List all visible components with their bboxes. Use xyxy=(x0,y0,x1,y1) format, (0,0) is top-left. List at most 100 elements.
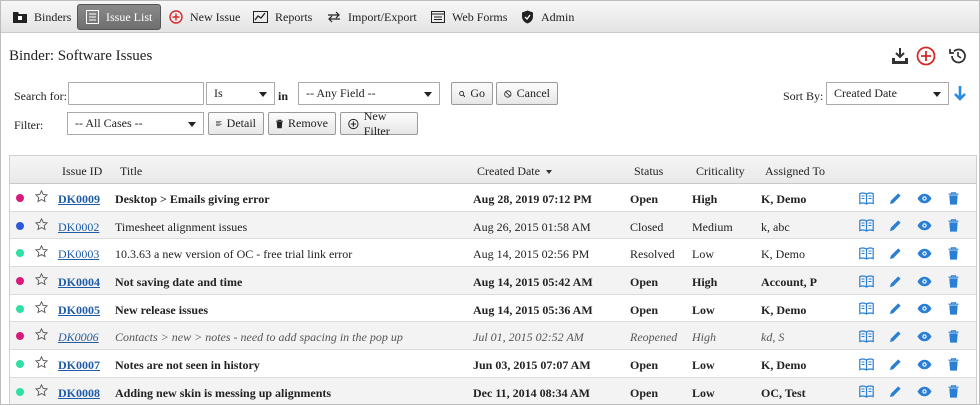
issue-id-link[interactable]: DK0006 xyxy=(58,330,99,344)
favorite-toggle[interactable] xyxy=(34,245,49,262)
col-header-created-date[interactable]: Created Date xyxy=(477,164,552,179)
delete-button[interactable] xyxy=(945,301,961,317)
issue-status: Open xyxy=(630,192,659,206)
edit-button[interactable] xyxy=(887,328,903,344)
favorite-toggle[interactable] xyxy=(34,217,49,235)
view-details-button[interactable] xyxy=(858,218,874,234)
view-button[interactable] xyxy=(916,356,932,372)
favorite-toggle[interactable] xyxy=(34,383,49,401)
nav-web-forms[interactable]: Web Forms xyxy=(423,4,515,30)
delete-button[interactable] xyxy=(945,384,961,400)
sort-direction-button[interactable] xyxy=(951,83,969,103)
table-row[interactable]: DK0007 Notes are not seen in history Jun 0… xyxy=(10,350,976,378)
nav-label: Admin xyxy=(541,9,575,24)
issue-id-link[interactable]: DK0003 xyxy=(58,247,99,261)
issue-assigned-to: K, Demo xyxy=(761,358,807,373)
view-details-button[interactable] xyxy=(858,328,874,344)
nav-issue-list[interactable]: Issue List xyxy=(77,4,162,30)
trash-icon xyxy=(948,330,958,343)
table-row[interactable]: DK0002 Timesheet alignment issues Aug 26, … xyxy=(10,211,976,240)
delete-button[interactable] xyxy=(945,245,961,261)
add-issue-button[interactable] xyxy=(915,45,937,67)
issue-status: Resolved xyxy=(630,247,675,262)
favorite-toggle[interactable] xyxy=(34,355,49,373)
select-value: Created Date xyxy=(834,86,897,100)
view-details-button[interactable] xyxy=(858,273,874,289)
history-icon xyxy=(949,48,966,64)
delete-button[interactable] xyxy=(945,356,961,372)
view-button[interactable] xyxy=(916,384,932,400)
view-details-button[interactable] xyxy=(858,384,874,400)
issue-status: Closed xyxy=(630,219,664,234)
col-header-status[interactable]: Status xyxy=(634,164,663,179)
issue-title: 10.3.63 a new version of OC - free trial… xyxy=(115,247,353,262)
filter-select[interactable]: -- All Cases -- xyxy=(67,112,204,135)
favorite-toggle[interactable] xyxy=(34,189,49,207)
nav-reports[interactable]: Reports xyxy=(245,4,320,30)
delete-button[interactable] xyxy=(945,273,961,289)
issue-id-link[interactable]: DK0008 xyxy=(58,386,100,400)
issue-status: Reopened xyxy=(630,330,678,345)
issue-id-link[interactable]: DK0007 xyxy=(58,358,100,372)
go-button[interactable]: Go xyxy=(451,82,493,105)
edit-button[interactable] xyxy=(887,218,903,234)
star-icon xyxy=(34,245,49,258)
delete-button[interactable] xyxy=(945,190,961,206)
edit-button[interactable] xyxy=(887,384,903,400)
nav-new-issue[interactable]: New Issue xyxy=(161,4,248,30)
favorite-toggle[interactable] xyxy=(34,300,49,318)
search-field-select[interactable]: -- Any Field -- xyxy=(298,82,440,105)
view-details-button[interactable] xyxy=(858,301,874,317)
view-button[interactable] xyxy=(916,273,932,289)
table-row[interactable]: DK0005 New release issues Aug 14, 2015 05:… xyxy=(10,295,976,323)
search-input[interactable] xyxy=(68,82,204,105)
view-button[interactable] xyxy=(916,218,932,234)
issues-table: Issue ID Title Created Date Status Criti… xyxy=(9,155,977,404)
nav-binders[interactable]: Binders xyxy=(5,4,79,30)
book-icon xyxy=(858,219,874,232)
col-header-title[interactable]: Title xyxy=(120,164,142,179)
eye-icon xyxy=(917,193,931,203)
download-button[interactable] xyxy=(889,45,911,67)
table-row[interactable]: DK0008 Adding new skin is messing up alig… xyxy=(10,377,976,404)
delete-button[interactable] xyxy=(945,218,961,234)
col-header-assigned-to[interactable]: Assigned To xyxy=(765,164,825,179)
edit-button[interactable] xyxy=(887,190,903,206)
view-button[interactable] xyxy=(916,301,932,317)
trash-icon xyxy=(276,119,283,128)
table-row[interactable]: DK0009 Desktop > Emails giving error Aug 2… xyxy=(10,184,976,212)
col-header-issue-id[interactable]: Issue ID xyxy=(62,164,102,179)
favorite-toggle[interactable] xyxy=(34,272,49,290)
view-button[interactable] xyxy=(916,190,932,206)
table-row[interactable]: DK0003 10.3.63 a new version of OC - free… xyxy=(10,239,976,268)
nav-label: Import/Export xyxy=(348,9,417,24)
table-row[interactable]: DK0006 Contacts > new > notes - need to a… xyxy=(10,322,976,351)
view-details-button[interactable] xyxy=(858,356,874,372)
cancel-button[interactable]: Cancel xyxy=(496,82,558,105)
detail-button[interactable]: Detail xyxy=(208,112,264,135)
col-header-criticality[interactable]: Criticality xyxy=(696,164,745,179)
edit-button[interactable] xyxy=(887,245,903,261)
view-button[interactable] xyxy=(916,328,932,344)
history-button[interactable] xyxy=(947,45,969,67)
new-filter-button[interactable]: New Filter xyxy=(340,109,418,138)
search-operator-select[interactable]: Is xyxy=(206,82,275,105)
issue-id-link[interactable]: DK0005 xyxy=(58,303,100,317)
table-row[interactable]: DK0004 Not saving date and time Aug 14, 20… xyxy=(10,267,976,295)
issue-id-link[interactable]: DK0002 xyxy=(58,220,99,234)
view-details-button[interactable] xyxy=(858,190,874,206)
edit-button[interactable] xyxy=(887,356,903,372)
edit-button[interactable] xyxy=(887,301,903,317)
view-button[interactable] xyxy=(916,245,932,261)
nav-admin[interactable]: Admin xyxy=(513,4,582,30)
edit-button[interactable] xyxy=(887,273,903,289)
delete-button[interactable] xyxy=(945,328,961,344)
issue-id-link[interactable]: DK0009 xyxy=(58,192,100,206)
sort-by-select[interactable]: Created Date xyxy=(826,82,949,105)
issue-id-link[interactable]: DK0004 xyxy=(58,275,100,289)
nav-import-export[interactable]: Import/Export xyxy=(319,4,425,30)
view-details-button[interactable] xyxy=(858,245,874,261)
eye-icon xyxy=(917,331,931,342)
favorite-toggle[interactable] xyxy=(34,328,49,345)
remove-filter-button[interactable]: Remove xyxy=(268,112,336,135)
